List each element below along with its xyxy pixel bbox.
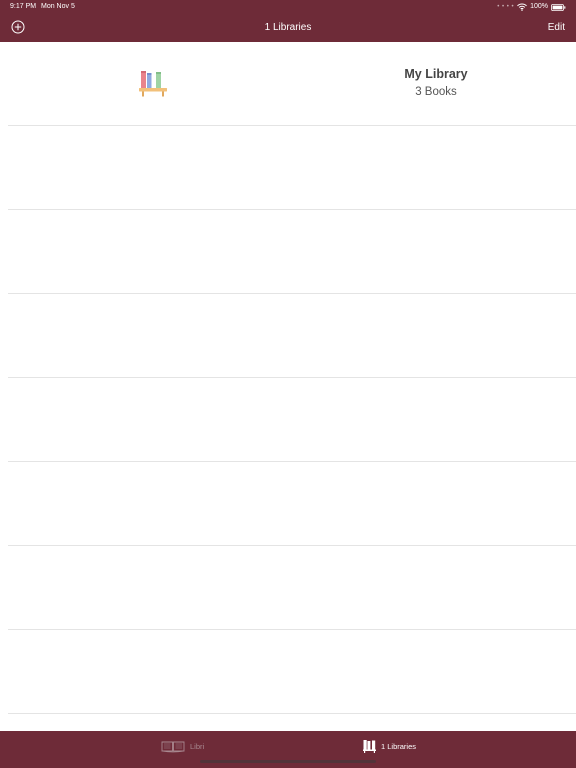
- empty-row: [0, 630, 576, 714]
- library-book-count: 3 Books: [415, 86, 457, 98]
- battery-percent: 100%: [530, 3, 548, 10]
- library-name: My Library: [404, 67, 468, 81]
- empty-row: [0, 546, 576, 630]
- empty-row: [0, 378, 576, 462]
- tab-libraries[interactable]: 1 Libraries: [363, 737, 416, 755]
- home-indicator: [200, 760, 376, 763]
- tab-libri[interactable]: Libri: [161, 737, 204, 755]
- status-date: Mon Nov 5: [41, 3, 75, 10]
- wifi-icon: [517, 3, 527, 11]
- bookshelf-icon: [363, 740, 376, 753]
- empty-row: [0, 462, 576, 546]
- cellular-signal-icon: • • • •: [497, 4, 515, 10]
- open-book-icon: [161, 741, 185, 753]
- library-list: My Library 3 Books: [0, 42, 576, 731]
- edit-button[interactable]: Edit: [548, 14, 565, 42]
- empty-row: [0, 210, 576, 294]
- tab-libri-label: Libri: [190, 741, 205, 751]
- tab-libraries-label: 1 Libraries: [381, 741, 417, 751]
- status-bar: 9:17 PM Mon Nov 5 • • • • 100%: [0, 0, 576, 14]
- row-separator: [8, 713, 576, 714]
- battery-icon: [551, 3, 566, 11]
- bookshelf-icon: [139, 69, 169, 99]
- empty-row: [0, 126, 576, 210]
- library-row-my-library[interactable]: My Library 3 Books: [0, 42, 576, 126]
- page-title: 1 Libraries: [264, 22, 312, 33]
- navigation-bar: 1 Libraries Edit: [0, 14, 576, 42]
- status-time: 9:17 PM: [10, 3, 37, 10]
- status-right: • • • • 100%: [497, 0, 566, 14]
- top-bar: 9:17 PM Mon Nov 5 • • • • 100% 1 Librari…: [0, 0, 576, 42]
- empty-row: [0, 294, 576, 378]
